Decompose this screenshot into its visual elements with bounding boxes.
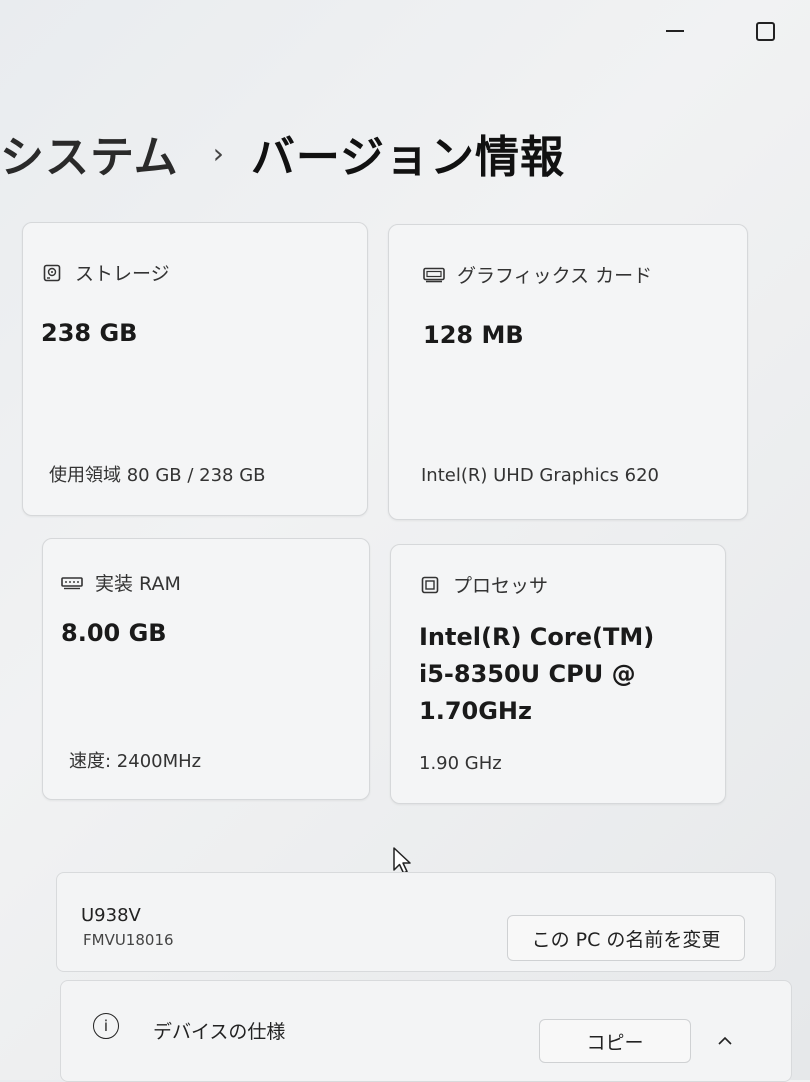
ram-value: 8.00 GB (61, 619, 167, 647)
device-specs-row[interactable]: i デバイスの仕様 コピー (60, 980, 792, 1082)
copy-button[interactable]: コピー (539, 1019, 691, 1063)
maximize-icon (755, 21, 775, 41)
device-id: FMVU18016 (83, 931, 174, 949)
graphics-card: グラフィックス カード 128 MB Intel(R) UHD Graphics… (388, 224, 748, 520)
storage-icon (41, 264, 63, 282)
device-specs-label: デバイスの仕様 (153, 1021, 286, 1043)
processor-detail: 1.90 GHz (419, 753, 502, 774)
processor-line-1: Intel(R) Core(TM) (419, 623, 655, 651)
storage-detail: 使用領域 80 GB / 238 GB (49, 465, 266, 486)
ram-label: 実装 RAM (95, 573, 181, 595)
chevron-up-icon[interactable] (717, 1031, 733, 1050)
maximize-button[interactable] (748, 14, 782, 48)
processor-label: プロセッサ (453, 575, 549, 597)
storage-card: ストレージ 238 GB 使用領域 80 GB / 238 GB (22, 222, 368, 516)
storage-value: 238 GB (41, 319, 138, 347)
ram-card: 実装 RAM 8.00 GB 速度: 2400MHz (42, 538, 370, 800)
graphics-card-icon (423, 266, 445, 284)
processor-icon (419, 576, 441, 594)
storage-header: ストレージ (41, 259, 170, 286)
graphics-header: グラフィックス カード (423, 261, 652, 288)
page-title: バージョン情報 (250, 132, 566, 183)
processor-header: プロセッサ (419, 571, 548, 598)
breadcrumb-separator-icon: › (212, 136, 225, 170)
minimize-icon (666, 30, 684, 32)
device-model: U938V (81, 905, 141, 926)
info-icon: i (93, 1013, 119, 1039)
memory-icon (61, 574, 83, 592)
minimize-button[interactable] (658, 14, 692, 48)
ram-header: 実装 RAM (61, 569, 181, 596)
processor-value: Intel(R) Core(TM) i5-8350U CPU @ 1.70GHz (419, 619, 654, 730)
storage-label: ストレージ (75, 263, 170, 285)
rename-pc-button[interactable]: この PC の名前を変更 (507, 915, 745, 961)
processor-card: プロセッサ Intel(R) Core(TM) i5-8350U CPU @ 1… (390, 544, 726, 804)
processor-line-3: 1.70GHz (419, 697, 532, 725)
ram-detail: 速度: 2400MHz (69, 751, 202, 772)
graphics-detail: Intel(R) UHD Graphics 620 (421, 465, 659, 486)
breadcrumb: システム › バージョン情報 (0, 118, 565, 188)
graphics-label: グラフィックス カード (457, 265, 653, 287)
graphics-value: 128 MB (423, 321, 524, 349)
device-name-row: U938V FMVU18016 この PC の名前を変更 (56, 872, 776, 972)
breadcrumb-parent[interactable]: システム (0, 121, 179, 185)
processor-line-2: i5-8350U CPU @ (419, 660, 636, 688)
